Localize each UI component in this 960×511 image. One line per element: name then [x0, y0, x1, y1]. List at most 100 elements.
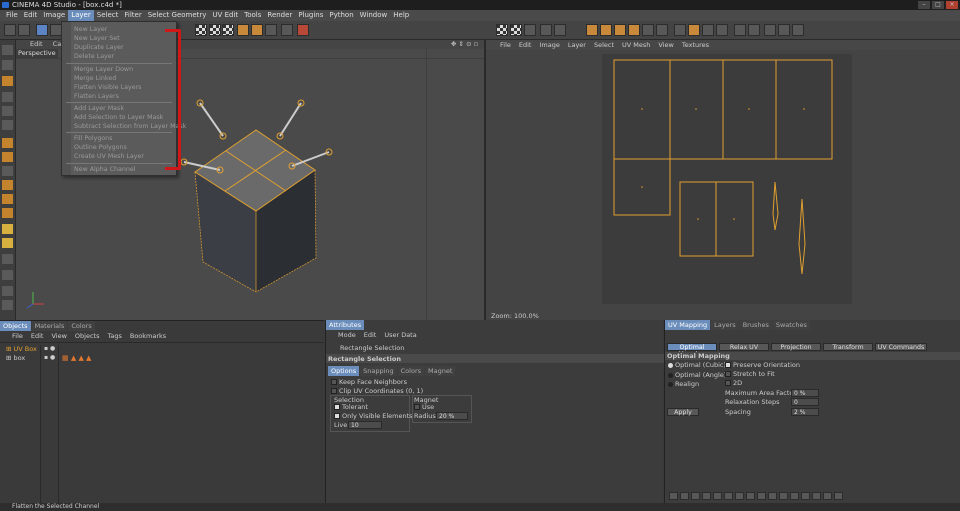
menu-filter[interactable]: Filter: [121, 10, 144, 21]
uv-command-icon[interactable]: [735, 492, 744, 500]
checker-icon[interactable]: [496, 24, 508, 36]
tab-uv-mapping[interactable]: UV Mapping: [665, 320, 711, 330]
menu-uv-edit[interactable]: UV Edit: [209, 10, 241, 21]
uv-command-icon[interactable]: [757, 492, 766, 500]
uv-command-icon[interactable]: [779, 492, 788, 500]
menu-file[interactable]: File: [3, 10, 21, 21]
uv-menu-file[interactable]: File: [496, 40, 515, 50]
tool-icon[interactable]: [2, 254, 13, 264]
visibility-toggle-icon[interactable]: ▪ ●: [44, 345, 55, 352]
minimize-button[interactable]: –: [918, 1, 930, 9]
brush-icon[interactable]: [792, 24, 804, 36]
mirror-icon[interactable]: [734, 24, 746, 36]
menu-edit[interactable]: Edit: [21, 10, 41, 21]
menu-item-delete-layer[interactable]: Delete Layer: [74, 53, 114, 60]
live-field[interactable]: 10: [348, 421, 382, 429]
color-swatch-icon[interactable]: [716, 24, 728, 36]
star-icon[interactable]: [2, 238, 13, 248]
two-d-checkbox[interactable]: [725, 380, 731, 386]
uv-command-icon[interactable]: [812, 492, 821, 500]
checker-icon[interactable]: [510, 24, 522, 36]
tool-icon[interactable]: [2, 180, 13, 190]
menu-item-new-layer-set[interactable]: New Layer Set: [74, 35, 120, 42]
redo-icon[interactable]: [18, 24, 30, 36]
tags-icon[interactable]: ▦ ▲ ▲ ▲: [62, 354, 91, 362]
subtab-uv-commands[interactable]: UV Commands: [875, 343, 927, 351]
tool-icon[interactable]: [2, 270, 13, 280]
uv-menu-textures[interactable]: Textures: [678, 40, 713, 50]
brush-icon[interactable]: [778, 24, 790, 36]
checker-icon[interactable]: [209, 24, 221, 36]
uv-command-icon[interactable]: [746, 492, 755, 500]
menu-tools[interactable]: Tools: [241, 10, 264, 21]
attributes-menu-mode[interactable]: Mode: [334, 330, 360, 340]
layer-icon[interactable]: [554, 24, 566, 36]
objects-menu-objects[interactable]: Objects: [71, 331, 104, 341]
tab-attributes[interactable]: Attributes: [326, 320, 365, 330]
subtab-optimal-mapping[interactable]: Optimal Mapping: [667, 343, 717, 358]
uv-menu-edit[interactable]: Edit: [515, 40, 536, 50]
tool-icon[interactable]: [2, 76, 13, 86]
uv-command-icon[interactable]: [834, 492, 843, 500]
attributes-menu-user-data[interactable]: User Data: [380, 330, 420, 340]
only-visible-checkbox[interactable]: [334, 413, 340, 419]
uv-menu-layer[interactable]: Layer: [564, 40, 590, 50]
uv-tool-icon[interactable]: [628, 24, 640, 36]
menu-item-flatten-visible-layers[interactable]: Flatten Visible Layers: [74, 84, 141, 91]
tool-icon[interactable]: [2, 45, 13, 55]
relaxation-steps-field[interactable]: 0: [791, 398, 819, 406]
objects-menu-edit[interactable]: Edit: [27, 331, 48, 341]
uv-menu-view[interactable]: View: [654, 40, 677, 50]
stretch-to-fit-checkbox[interactable]: [725, 371, 731, 377]
clip-uv-checkbox[interactable]: [331, 388, 337, 394]
uv-points-icon[interactable]: [251, 24, 263, 36]
tool-icon[interactable]: [2, 138, 13, 148]
color-swatch-icon[interactable]: [688, 24, 700, 36]
uv-command-icon[interactable]: [702, 492, 711, 500]
select-tool-icon[interactable]: [36, 24, 48, 36]
uv-command-icon[interactable]: [680, 492, 689, 500]
tab-magnet[interactable]: Magnet: [425, 366, 456, 376]
tool-icon[interactable]: [2, 92, 13, 102]
radius-field[interactable]: 20 %: [436, 412, 468, 420]
uv-command-icon[interactable]: [823, 492, 832, 500]
tab-options[interactable]: Options: [328, 366, 360, 376]
uv-menu-uv-mesh[interactable]: UV Mesh: [618, 40, 654, 50]
uv-command-icon[interactable]: [801, 492, 810, 500]
uv-tool-icon[interactable]: [642, 24, 654, 36]
menu-item-add-layer-mask[interactable]: Add Layer Mask: [74, 105, 124, 112]
subtab-transform[interactable]: Transform: [823, 343, 873, 351]
checker-icon[interactable]: [222, 24, 234, 36]
subtab-relax-uv[interactable]: Relax UV: [719, 343, 769, 351]
texture-mode-icon[interactable]: [237, 24, 249, 36]
tool-icon[interactable]: [2, 106, 13, 116]
menu-select[interactable]: Select: [94, 10, 122, 21]
spacing-field[interactable]: 2 %: [791, 408, 819, 416]
menu-select-geometry[interactable]: Select Geometry: [145, 10, 210, 21]
visibility-toggle-icon[interactable]: ▪ ●: [44, 354, 55, 361]
uv-command-icon[interactable]: [691, 492, 700, 500]
menu-item-merge-layer-down[interactable]: Merge Layer Down: [74, 66, 133, 73]
menu-item-create-uv-mesh-layer[interactable]: Create UV Mesh Layer: [74, 153, 144, 160]
subtab-projection[interactable]: Projection: [771, 343, 821, 351]
uv-tool-icon[interactable]: [600, 24, 612, 36]
close-window-button[interactable]: ×: [946, 1, 958, 9]
checker-icon[interactable]: [195, 24, 207, 36]
maximize-button[interactable]: □: [932, 1, 944, 9]
tool-icon[interactable]: [2, 60, 13, 70]
color-swatch-icon[interactable]: [702, 24, 714, 36]
render-icon[interactable]: [297, 24, 309, 36]
objects-menu-view[interactable]: View: [47, 331, 70, 341]
apply-button[interactable]: Apply: [667, 408, 699, 416]
list-item[interactable]: ⊞ box: [6, 354, 25, 362]
tool-icon[interactable]: [2, 166, 13, 176]
menu-item-add-selection-to-layer-mask[interactable]: Add Selection to Layer Mask: [74, 114, 163, 121]
keep-face-neighbors-checkbox[interactable]: [331, 379, 337, 385]
undo-icon[interactable]: [4, 24, 16, 36]
tab-colors[interactable]: Colors: [397, 366, 424, 376]
uv-menu-select[interactable]: Select: [590, 40, 618, 50]
menu-item-new-alpha-channel[interactable]: New Alpha Channel: [74, 166, 136, 173]
tool-icon[interactable]: [2, 286, 13, 296]
objects-menu-tags[interactable]: Tags: [103, 331, 125, 341]
uv-command-icon[interactable]: [669, 492, 678, 500]
